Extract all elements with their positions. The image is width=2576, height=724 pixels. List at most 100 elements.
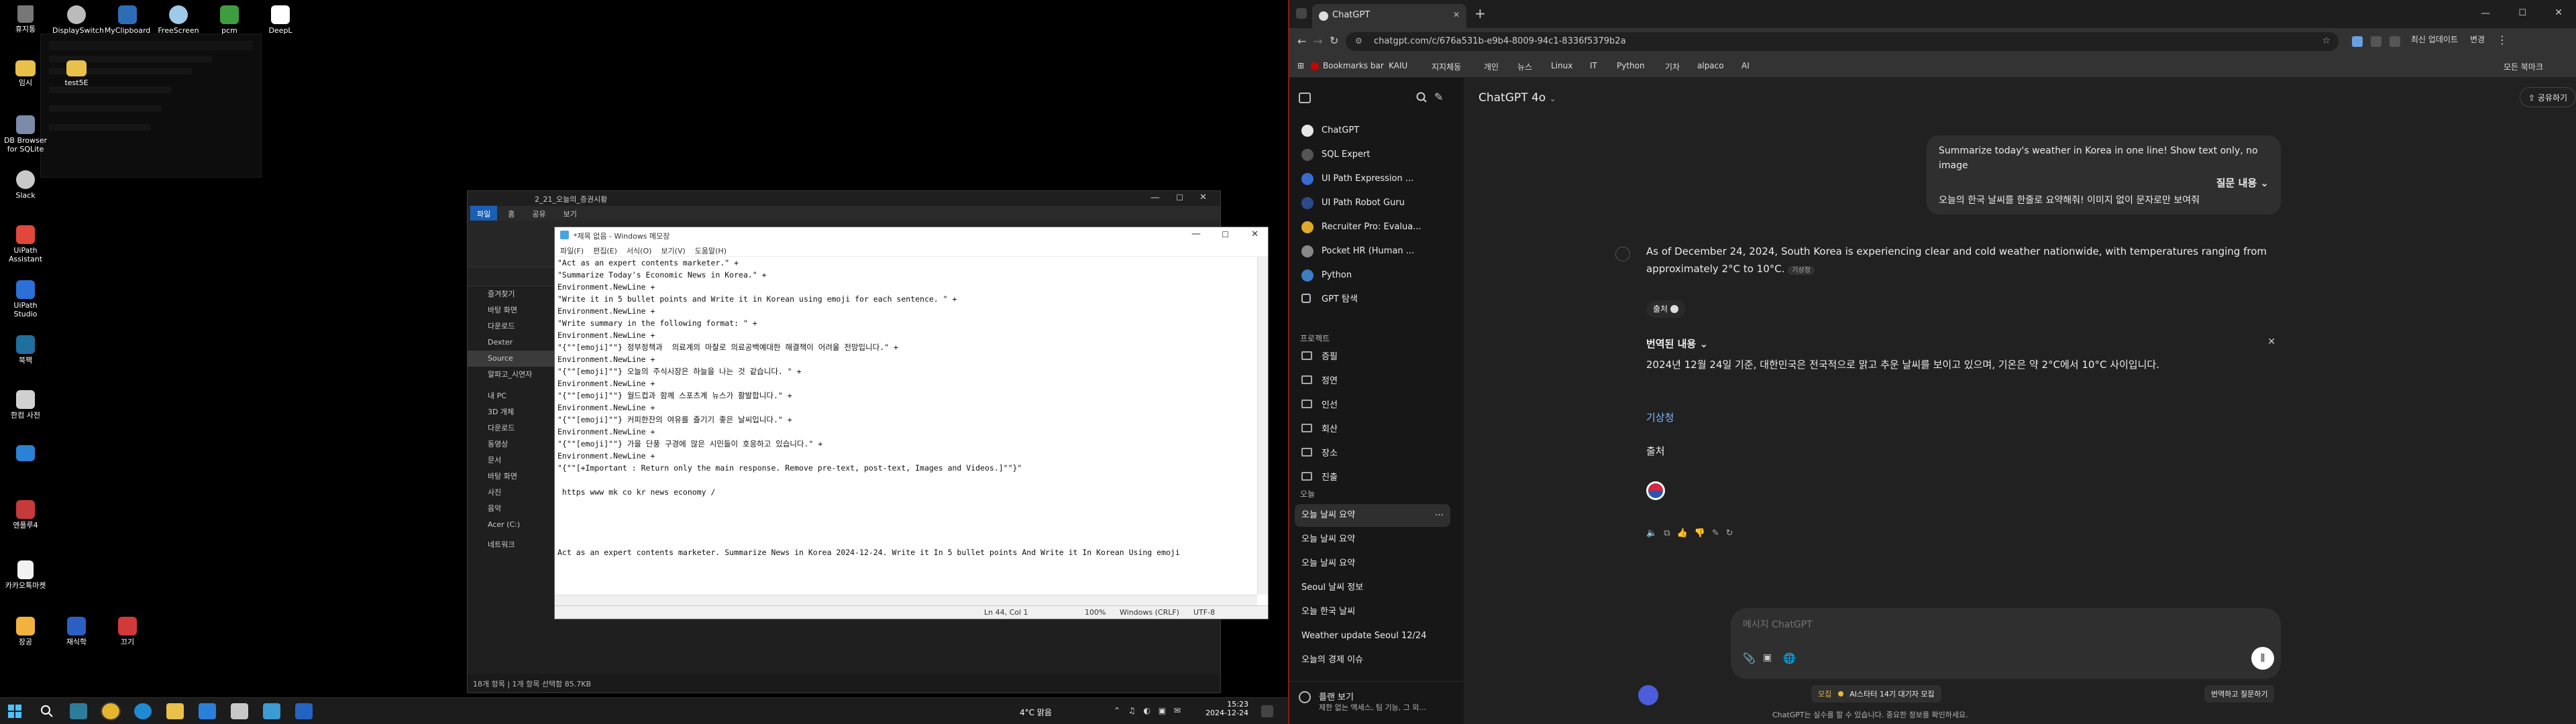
- tab-home[interactable]: 홈: [501, 206, 521, 221]
- nav-item[interactable]: 동영상: [468, 436, 555, 452]
- outlook-icon[interactable]: [199, 703, 216, 719]
- vertical-scrollbar[interactable]: [1257, 257, 1268, 595]
- extension-icon[interactable]: [2371, 36, 2381, 47]
- notepad-taskbar-icon[interactable]: [263, 703, 280, 719]
- nav-item[interactable]: 네트워크: [468, 537, 555, 553]
- youtube-icon[interactable]: [1311, 62, 1319, 70]
- desktop-icon-deepl[interactable]: DeepL: [256, 5, 305, 35]
- back-button[interactable]: ←: [1297, 35, 1306, 48]
- apps-icon[interactable]: ⊞: [1297, 61, 1304, 70]
- desktop-icon-mail[interactable]: [1, 445, 50, 463]
- chat-item[interactable]: Weather update Seoul 12/24: [1295, 625, 1450, 648]
- chat-item[interactable]: 오늘 날씨 요약 ⋯: [1295, 504, 1450, 527]
- menu-file[interactable]: 파일(F): [560, 245, 584, 255]
- sidebar-toggle-icon[interactable]: [1299, 93, 1311, 103]
- attach-icon[interactable]: 📎: [1743, 652, 1756, 664]
- extensions-puzzle-icon[interactable]: [2390, 36, 2400, 47]
- share-button[interactable]: ⇪ 공유하기: [2520, 87, 2576, 107]
- sidebar-item-ui-path-robot[interactable]: UI Path Robot Guru: [1295, 192, 1450, 215]
- nav-item[interactable]: 다운로드: [468, 318, 555, 335]
- nav-item[interactable]: Source: [468, 351, 555, 367]
- bookmark-item[interactable]: 개인: [1484, 61, 1499, 72]
- message-input[interactable]: [1743, 617, 2253, 632]
- globe-icon[interactable]: 🌐: [1783, 652, 1796, 664]
- menu-view[interactable]: 보기(V): [661, 245, 685, 255]
- chat-item[interactable]: 오늘 날씨 요약: [1295, 528, 1450, 551]
- kma-logo-icon[interactable]: [1646, 481, 1665, 500]
- minimize-button[interactable]: —: [1150, 192, 1160, 203]
- nav-item[interactable]: 문서: [468, 452, 555, 469]
- thumbs-up-icon[interactable]: 👍: [1676, 528, 1694, 538]
- sidebar-item-python[interactable]: Python: [1295, 264, 1450, 287]
- profile-status[interactable]: 최신 업데이트: [2411, 34, 2458, 45]
- horizontal-scrollbar[interactable]: [555, 595, 1257, 605]
- sources-button[interactable]: 출처: [1646, 300, 1685, 318]
- new-chat-icon[interactable]: ✎: [1434, 90, 1443, 103]
- sidebar-item-ui-path-expression[interactable]: UI Path Expression ...: [1295, 168, 1450, 190]
- nav-item[interactable]: Dexter: [468, 335, 555, 351]
- all-bookmarks[interactable]: 모든 북마크: [2504, 61, 2543, 72]
- project-item[interactable]: 장소: [1295, 442, 1450, 465]
- address-bar[interactable]: ⚙ chatgpt.com/c/676a531b-e9b4-8009-94c1-…: [1346, 32, 2339, 51]
- project-item[interactable]: 정연: [1295, 370, 1450, 393]
- desktop-icon-hancom-dict[interactable]: 한컴 사전: [1, 390, 50, 420]
- assistant-bubble-icon[interactable]: [1638, 685, 1658, 705]
- desktop-icon-jaesikhak[interactable]: 재식학: [52, 617, 101, 646]
- promo-banner[interactable]: 모집 AI스타터 14기 대기자 모집: [1811, 685, 1941, 703]
- minimize-button[interactable]: —: [2481, 8, 2490, 19]
- nav-item[interactable]: 3D 개체: [468, 404, 555, 420]
- project-item[interactable]: 진출: [1295, 467, 1450, 489]
- search-icon[interactable]: [39, 703, 56, 719]
- edge-icon[interactable]: [134, 703, 152, 719]
- nav-item[interactable]: 바탕 화면: [468, 302, 555, 318]
- desktop-icon-enflu4[interactable]: 엔플루4: [1, 500, 50, 530]
- voice-mode-button[interactable]: ⫼: [2251, 647, 2274, 670]
- reload-button[interactable]: ↻: [1330, 34, 1338, 47]
- chat-item[interactable]: 오늘 한국 날씨: [1295, 601, 1450, 623]
- desktop-icon-janggong[interactable]: 장공: [1, 617, 50, 646]
- nav-item[interactable]: 음악: [468, 501, 555, 517]
- bookmark-item[interactable]: 기차: [1665, 61, 1680, 72]
- nav-item[interactable]: 다운로드: [468, 420, 555, 436]
- question-toggle[interactable]: 질문 내용 ⌄: [1939, 176, 2269, 190]
- source-tag[interactable]: 기상청: [1788, 266, 1815, 275]
- tab-file[interactable]: 파일: [470, 206, 498, 221]
- tools-icon[interactable]: ▣: [1763, 652, 1772, 663]
- desktop-icon-kakao-market[interactable]: 카카오톡마켓: [1, 560, 50, 590]
- tab-share[interactable]: 공유: [525, 206, 552, 221]
- more-options-icon[interactable]: ⋯: [1435, 504, 1444, 527]
- nav-item[interactable]: 바탕 화면: [468, 469, 555, 485]
- notepad-editor[interactable]: "Act as an expert contents marketer." + "…: [555, 257, 1257, 595]
- bookmark-item[interactable]: 지지체동: [1432, 61, 1461, 72]
- notification-icon[interactable]: [1261, 705, 1273, 717]
- sidebar-item-explore-gpts[interactable]: GPT 탐색: [1295, 288, 1450, 311]
- edit-icon[interactable]: ✎: [1712, 528, 1726, 538]
- bookmark-star-icon[interactable]: ☆: [2322, 36, 2330, 46]
- desktop-icon-slack[interactable]: Slack: [1, 170, 50, 200]
- desktop-icon-freescreen[interactable]: FreeScreen: [154, 5, 203, 35]
- minimize-button[interactable]: —: [1191, 229, 1201, 239]
- sidebar-item-pocket-hr[interactable]: Pocket HR (Human ...: [1295, 240, 1450, 263]
- bookmark-item[interactable]: alpaco: [1697, 61, 1724, 70]
- chrome-taskbar-icon[interactable]: [101, 702, 121, 721]
- maximize-button[interactable]: ☐: [1176, 193, 1183, 202]
- chrome-menu-icon[interactable]: ⋮: [2497, 34, 2508, 46]
- desktop-icon-displayswitch[interactable]: DisplaySwitch: [52, 5, 104, 35]
- sidebar-item-sql-expert[interactable]: SQL Expert: [1295, 143, 1450, 166]
- bookmark-item[interactable]: Linux: [1551, 61, 1572, 70]
- app-icon[interactable]: [231, 703, 248, 719]
- desktop-icon-myclipboard[interactable]: MyClipboard: [103, 5, 152, 35]
- close-button[interactable]: ✕: [2555, 7, 2563, 18]
- task-view-icon[interactable]: [70, 703, 87, 719]
- desktop-icon-temp[interactable]: 임시: [1, 60, 50, 87]
- extension-icon[interactable]: [2352, 36, 2363, 47]
- bookmark-item[interactable]: Python: [1617, 61, 1645, 70]
- nav-item[interactable]: Acer (C:): [468, 517, 555, 533]
- bookmark-item[interactable]: AI: [1741, 61, 1750, 70]
- desktop-icon-uipath-assistant[interactable]: UiPath Assistant: [1, 225, 50, 263]
- maximize-button[interactable]: ☐: [1222, 230, 1229, 239]
- desktop-icon-pcm[interactable]: pcm: [205, 5, 254, 35]
- desktop-icon-db-browser[interactable]: DB Browser for SQLite: [1, 115, 50, 154]
- desktop-icon-uipath-studio[interactable]: UiPath Studio: [1, 280, 50, 318]
- bookmark-item[interactable]: KAIU: [1389, 61, 1407, 70]
